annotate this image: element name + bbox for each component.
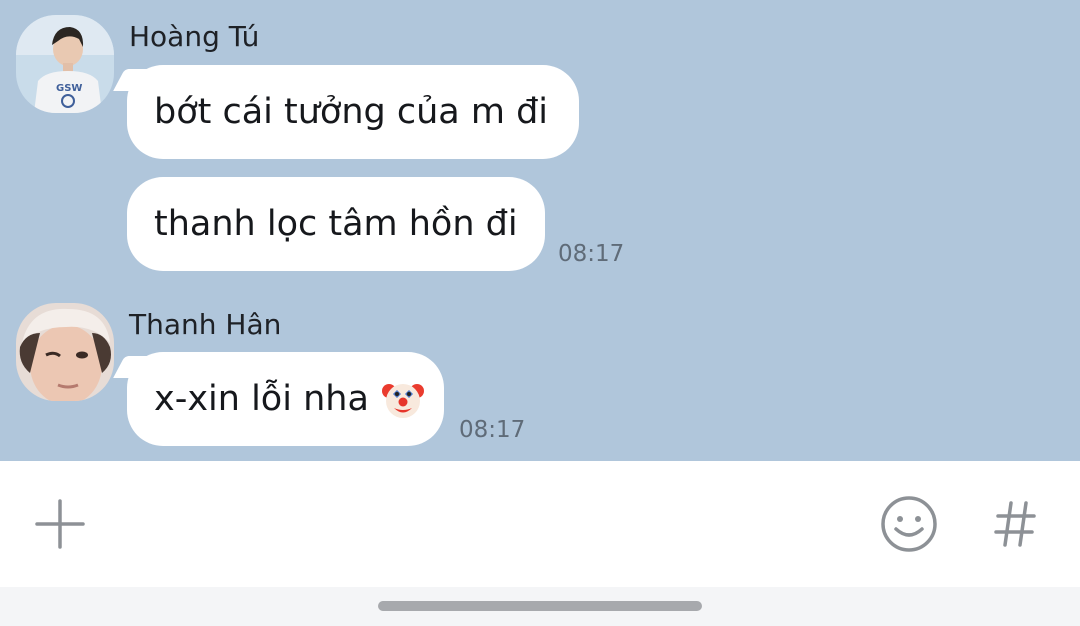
avatar[interactable] <box>16 303 114 401</box>
add-button[interactable] <box>33 497 87 551</box>
message-bubble[interactable]: bớt cái tưởng của m đi <box>127 65 579 159</box>
svg-text:GSW: GSW <box>56 83 82 94</box>
emoji-button[interactable] <box>879 494 939 554</box>
message-text: x-xin lỗi nha <box>154 379 369 419</box>
user-avatar-hoang-tu-icon: GSW <box>16 15 114 113</box>
sender-name: Hoàng Tú <box>129 20 260 53</box>
message-text: bớt cái tưởng của m đi <box>154 92 549 132</box>
sender-name: Thanh Hân <box>129 308 282 341</box>
message-text: thanh lọc tâm hồn đi <box>154 204 518 244</box>
system-bottom-bar <box>0 587 1080 626</box>
user-avatar-thanh-han-icon <box>16 303 114 401</box>
avatar[interactable]: GSW <box>16 15 114 113</box>
composer-bar <box>0 461 1080 587</box>
message-list[interactable]: GSW Hoàng Tú bớt cái tưởng của m đi than… <box>0 0 1080 461</box>
message-timestamp: 08:17 <box>558 241 625 267</box>
clown-face-icon <box>381 377 425 421</box>
chat-screen: GSW Hoàng Tú bớt cái tưởng của m đi than… <box>0 0 1080 626</box>
message-bubble[interactable]: thanh lọc tâm hồn đi <box>127 177 545 271</box>
message-bubble[interactable]: x-xin lỗi nha <box>127 352 444 446</box>
plus-icon <box>35 499 85 549</box>
message-timestamp: 08:17 <box>459 417 526 443</box>
hashtag-icon <box>994 501 1036 547</box>
smiley-icon <box>881 496 937 552</box>
hashtag-button[interactable] <box>990 498 1040 550</box>
home-indicator[interactable] <box>378 601 702 611</box>
